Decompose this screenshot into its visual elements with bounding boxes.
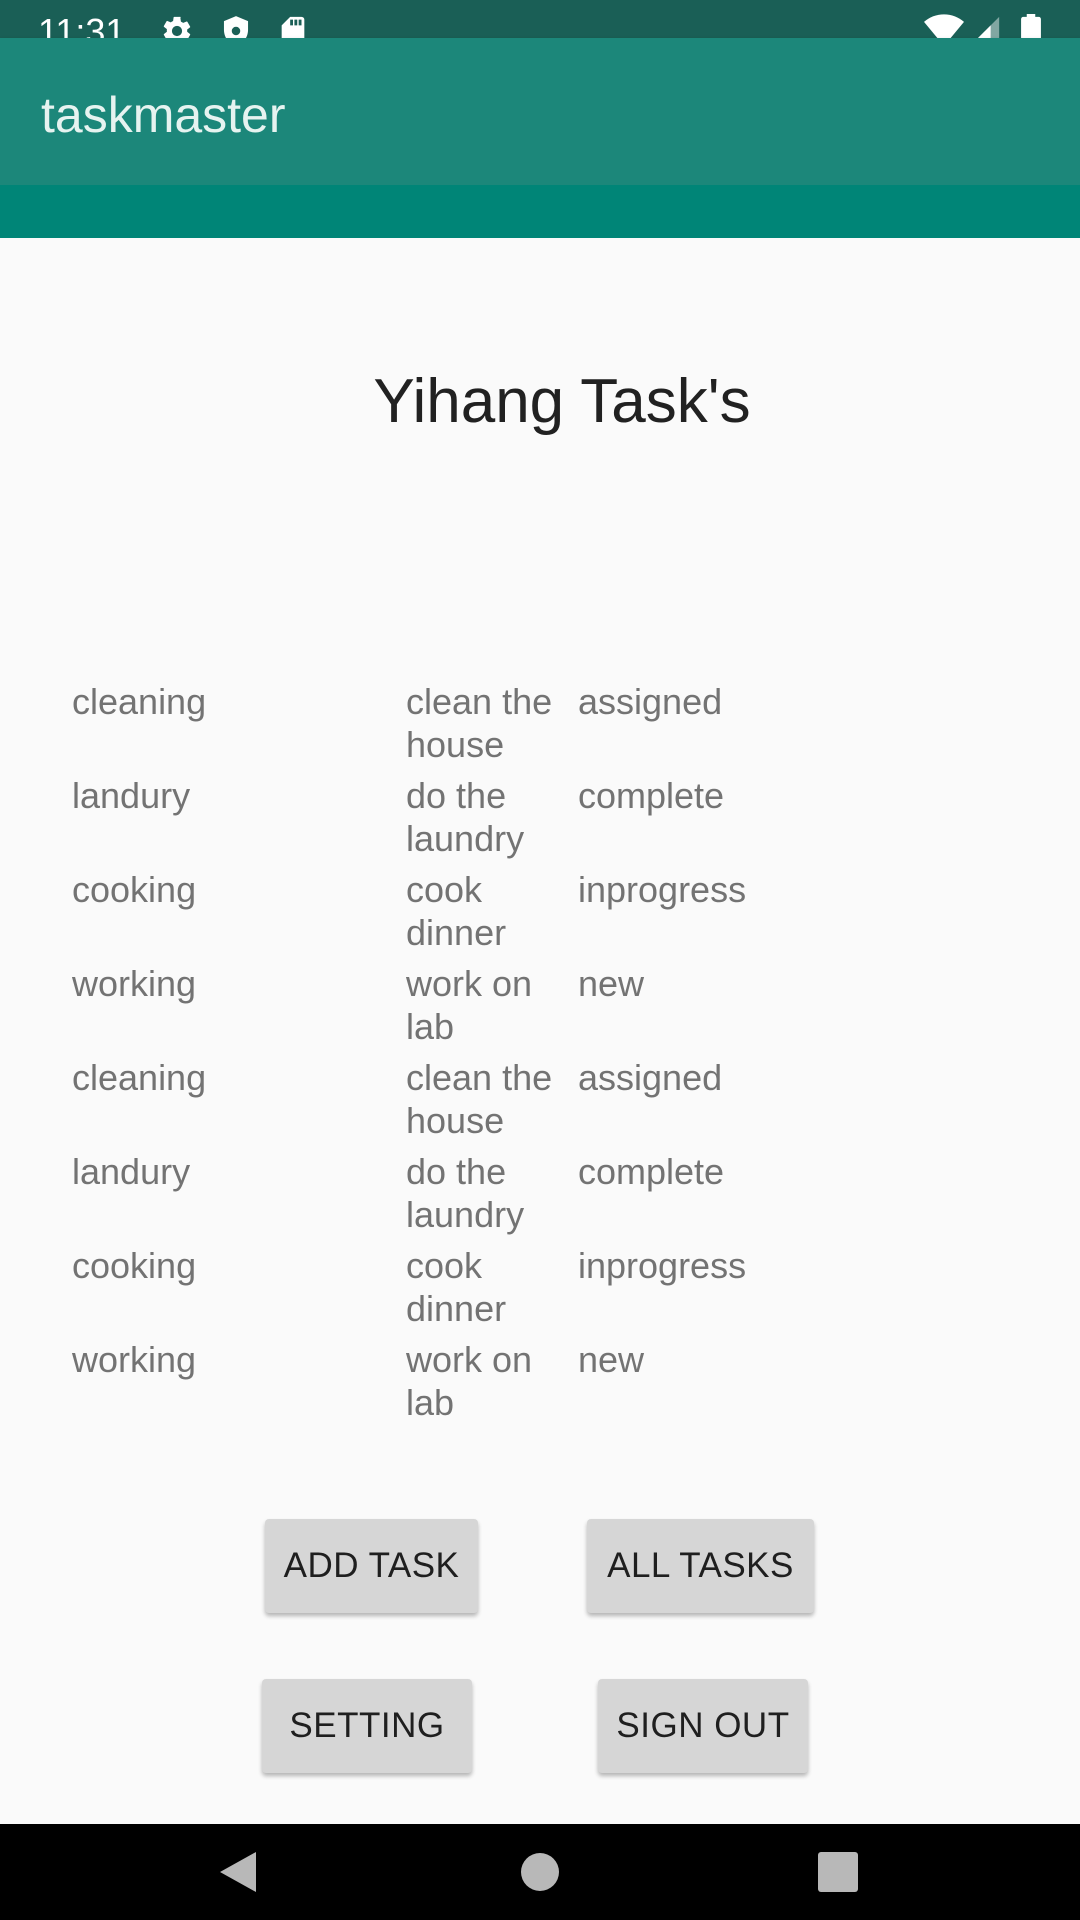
- task-body: clean the house: [406, 681, 553, 765]
- task-state: new: [578, 963, 645, 1004]
- navigation-bar: [0, 1824, 1080, 1920]
- task-body: work on lab: [406, 1339, 533, 1423]
- task-title: cleaning: [72, 1057, 207, 1098]
- task-body: work on lab: [406, 963, 533, 1047]
- task-state: complete: [578, 775, 725, 816]
- accent-strip: [0, 185, 1080, 238]
- task-title: cooking: [72, 1245, 197, 1286]
- all-tasks-button[interactable]: ALL TASKS: [587, 1519, 814, 1613]
- task-body: cook dinner: [406, 869, 507, 953]
- task-title: landury: [72, 775, 191, 816]
- app-bar: taskmaster: [0, 38, 1080, 185]
- task-title: working: [72, 963, 197, 1004]
- task-row[interactable]: landury do the laundry complete: [0, 1150, 1080, 1244]
- task-title: cooking: [72, 869, 197, 910]
- task-state: assigned: [578, 1057, 723, 1098]
- task-body: do the laundry: [406, 775, 525, 859]
- task-list: cleaning clean the house assigned landur…: [0, 680, 1080, 1432]
- task-title: landury: [72, 1151, 191, 1192]
- task-title: cleaning: [72, 681, 207, 722]
- task-row[interactable]: cooking cook dinner inprogress: [0, 1244, 1080, 1338]
- task-row[interactable]: working work on lab new: [0, 1338, 1080, 1432]
- app-title: taskmaster: [41, 87, 286, 143]
- task-body: clean the house: [406, 1057, 553, 1141]
- task-state: inprogress: [578, 869, 747, 910]
- task-row[interactable]: cooking cook dinner inprogress: [0, 868, 1080, 962]
- add-task-button[interactable]: ADD TASK: [265, 1519, 478, 1613]
- home-icon[interactable]: [492, 1824, 588, 1920]
- task-row[interactable]: landury do the laundry complete: [0, 774, 1080, 868]
- task-state: complete: [578, 1151, 725, 1192]
- recents-icon[interactable]: [790, 1824, 886, 1920]
- setting-button[interactable]: SETTING: [262, 1679, 472, 1773]
- task-row[interactable]: working work on lab new: [0, 962, 1080, 1056]
- task-state: new: [578, 1339, 645, 1380]
- back-icon[interactable]: [190, 1824, 286, 1920]
- task-body: do the laundry: [406, 1151, 525, 1235]
- task-state: inprogress: [578, 1245, 747, 1286]
- task-state: assigned: [578, 681, 723, 722]
- task-body: cook dinner: [406, 1245, 507, 1329]
- task-title: working: [72, 1339, 197, 1380]
- sign-out-button[interactable]: SIGN OUT: [598, 1679, 808, 1773]
- page-title: Yihang Task's: [373, 367, 751, 436]
- task-row[interactable]: cleaning clean the house assigned: [0, 1056, 1080, 1150]
- task-row[interactable]: cleaning clean the house assigned: [0, 680, 1080, 774]
